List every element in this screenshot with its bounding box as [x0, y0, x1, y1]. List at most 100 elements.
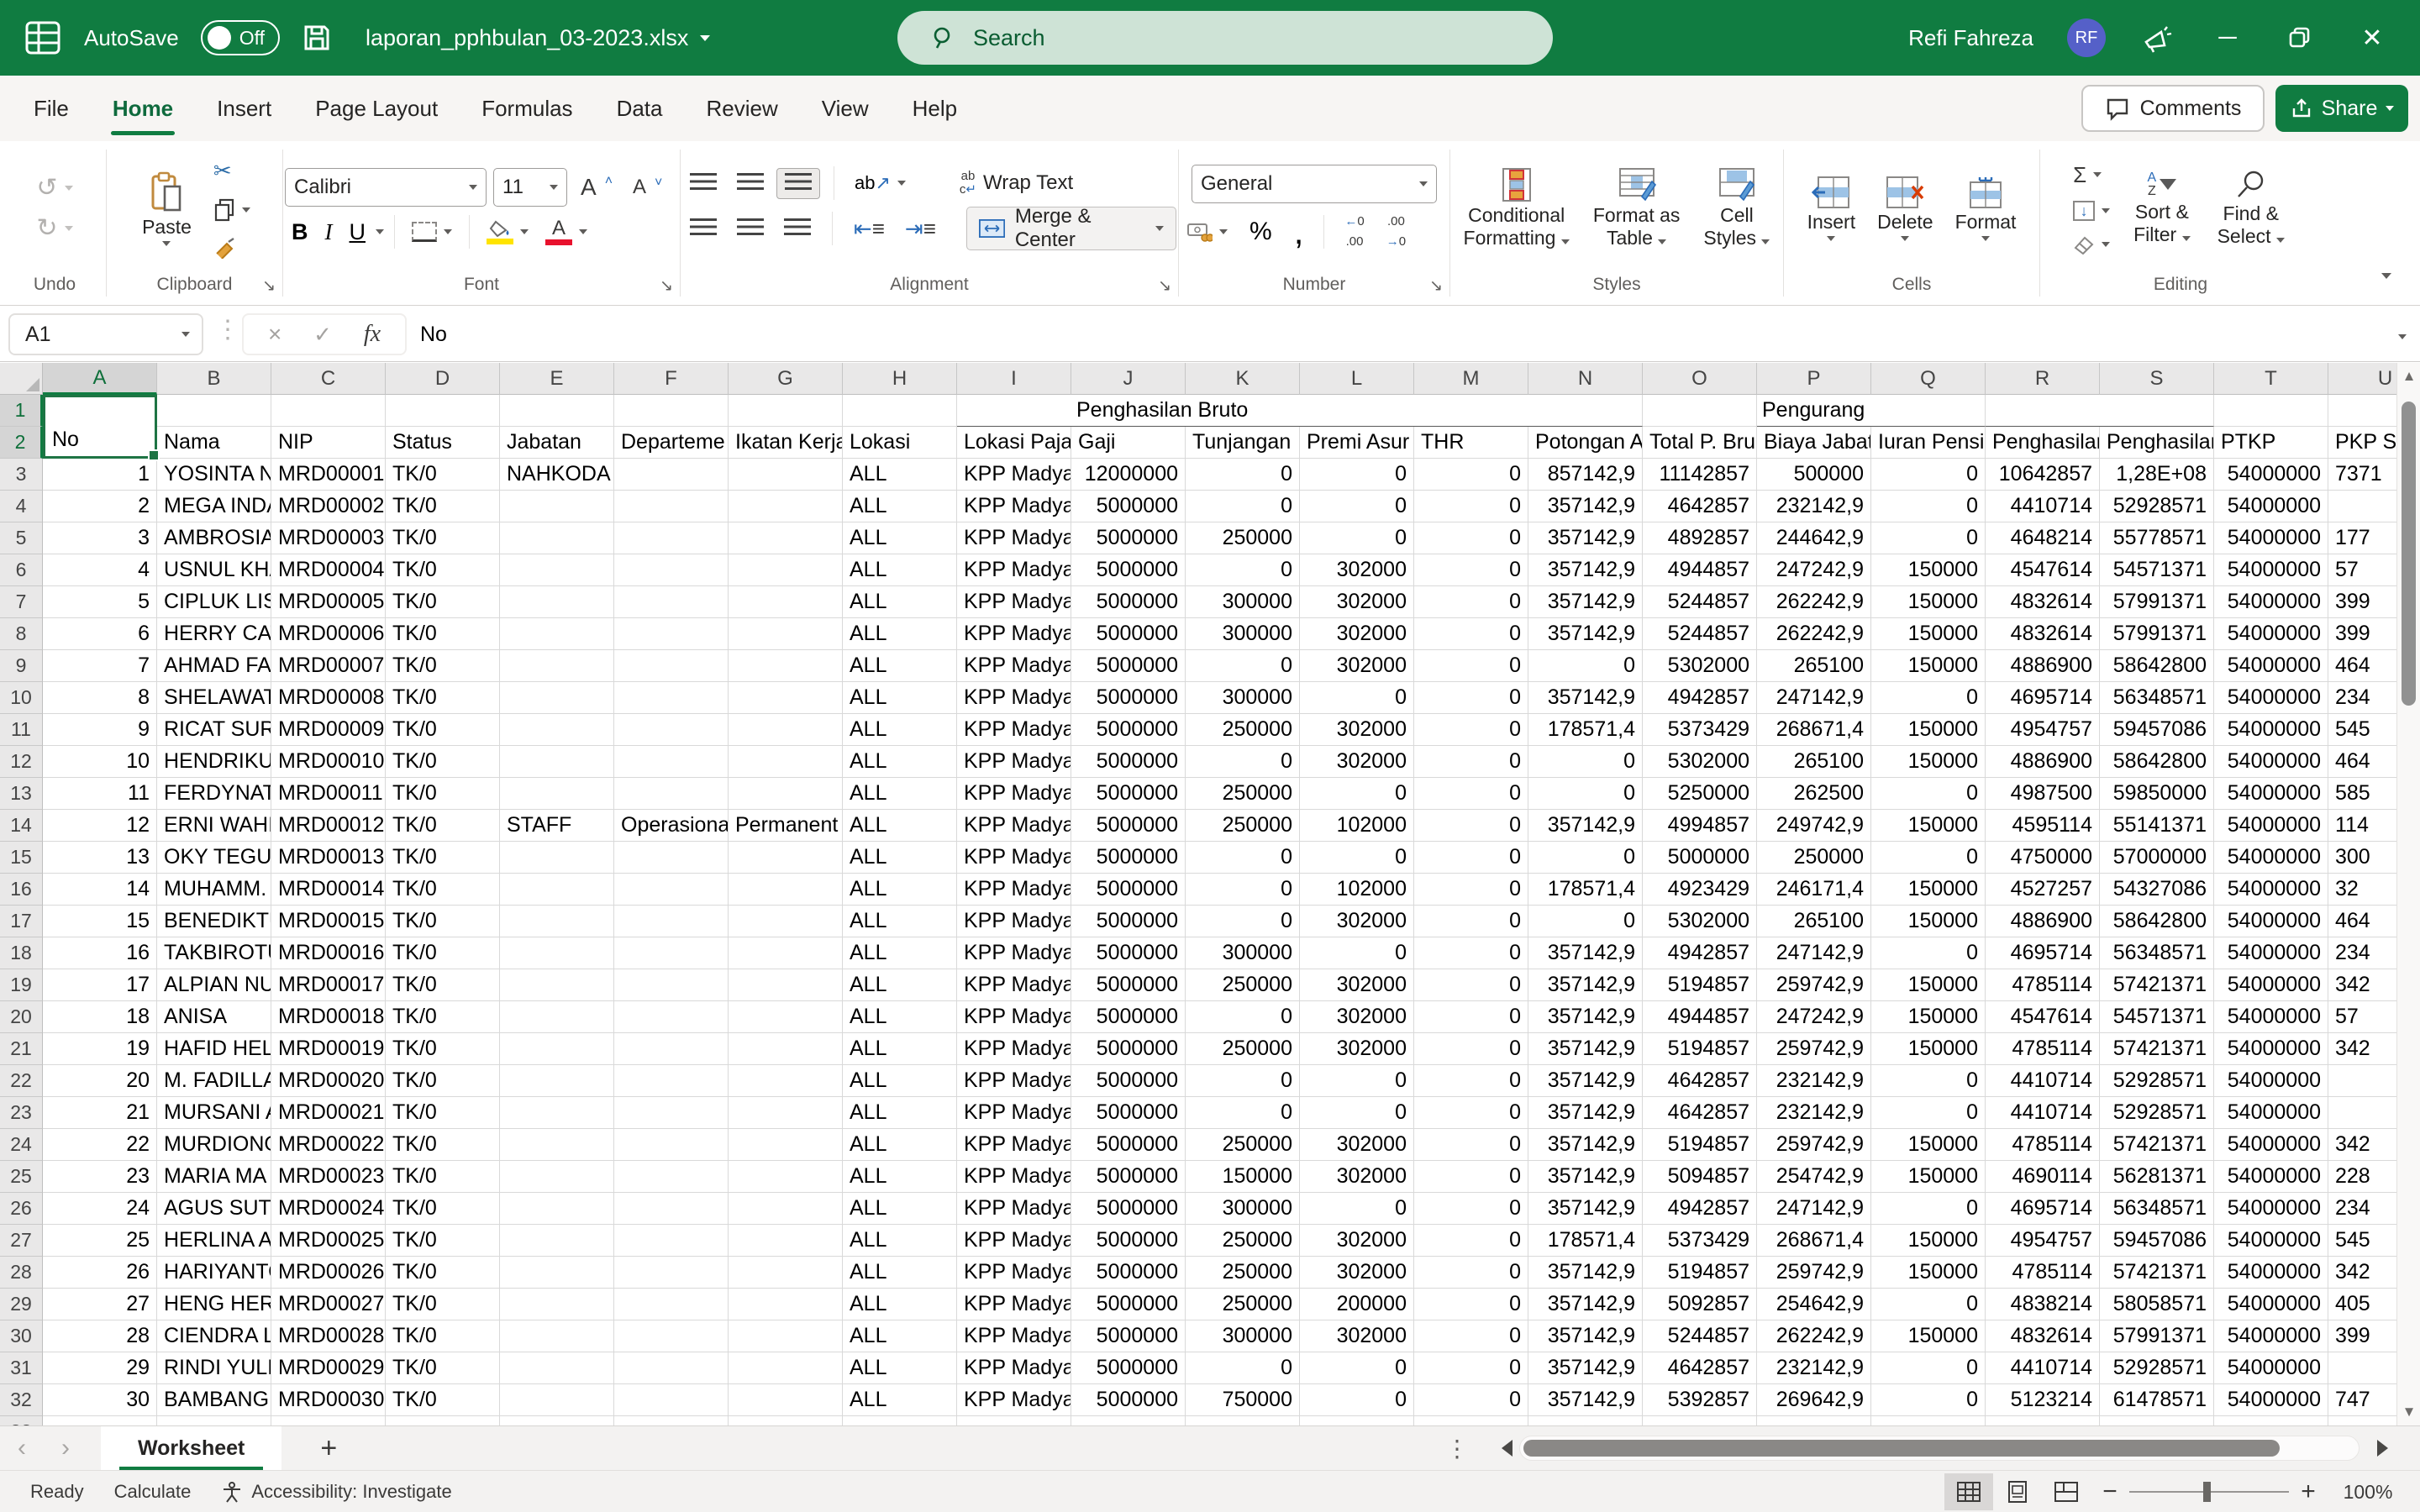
cell[interactable]: [729, 778, 843, 810]
cell[interactable]: 57991371: [2100, 586, 2214, 618]
cell[interactable]: 302000: [1300, 650, 1414, 682]
column-header-D[interactable]: D: [386, 363, 500, 395]
comments-button[interactable]: Comments: [2081, 85, 2265, 132]
cell[interactable]: 6: [43, 618, 157, 650]
cell[interactable]: AHMAD FA: [157, 650, 271, 682]
cell[interactable]: MRD00027: [271, 1289, 386, 1320]
cell[interactable]: 57991371: [2100, 1320, 2214, 1352]
cell[interactable]: 54000000: [2214, 1320, 2328, 1352]
cell[interactable]: 26: [43, 1257, 157, 1289]
cell[interactable]: 302000: [1300, 1320, 1414, 1352]
cell[interactable]: 259742,9: [1757, 1033, 1871, 1065]
cell[interactable]: 57421371: [2100, 1129, 2214, 1161]
cell[interactable]: [1071, 1416, 1186, 1425]
cell[interactable]: [614, 1384, 729, 1416]
cell[interactable]: 300000: [1186, 682, 1300, 714]
header-cell-D[interactable]: Status: [386, 427, 500, 459]
cell[interactable]: [614, 1225, 729, 1257]
cell[interactable]: [729, 969, 843, 1001]
cell[interactable]: 5094857: [1643, 1161, 1757, 1193]
cell[interactable]: 5302000: [1643, 650, 1757, 682]
cell[interactable]: 250000: [1757, 842, 1871, 874]
header-cell-Q[interactable]: Iuran Pensi: [1871, 427, 1986, 459]
cell[interactable]: 0: [1871, 459, 1986, 491]
cell[interactable]: 357142,9: [1528, 937, 1643, 969]
tab-insert[interactable]: Insert: [195, 76, 293, 141]
header-cell-S[interactable]: Penghasilan: [2100, 427, 2214, 459]
cell[interactable]: 4886900: [1986, 746, 2100, 778]
cell[interactable]: 0: [1414, 937, 1528, 969]
cell[interactable]: 57: [2328, 1001, 2396, 1033]
cell[interactable]: AMBROSIA: [157, 522, 271, 554]
cell[interactable]: 10642857: [1986, 459, 2100, 491]
cell[interactable]: 5000000: [1071, 682, 1186, 714]
cell[interactable]: 5000000: [1071, 586, 1186, 618]
cell[interactable]: 250000: [1186, 810, 1300, 842]
cell[interactable]: 4942857: [1643, 937, 1757, 969]
cell[interactable]: [500, 1384, 614, 1416]
cell[interactable]: 0: [1871, 682, 1986, 714]
dialog-launcher-icon[interactable]: ↘: [1158, 274, 1171, 299]
sheet-tab-worksheet[interactable]: Worksheet: [101, 1426, 281, 1471]
cell[interactable]: 259742,9: [1757, 1257, 1871, 1289]
cell[interactable]: 102000: [1300, 810, 1414, 842]
cell[interactable]: 4648214: [1986, 522, 2100, 554]
insert-function-button[interactable]: fx: [364, 321, 381, 348]
cell[interactable]: 0: [1414, 1001, 1528, 1033]
cell[interactable]: MUHAMM.: [157, 874, 271, 906]
cell[interactable]: 464: [2328, 650, 2396, 682]
cell[interactable]: 18: [43, 1001, 157, 1033]
cell[interactable]: ALL: [843, 810, 957, 842]
cell[interactable]: TK/0: [386, 1001, 500, 1033]
cell[interactable]: [729, 1065, 843, 1097]
cell[interactable]: 0: [1871, 522, 1986, 554]
cell[interactable]: TK/0: [386, 1193, 500, 1225]
cell[interactable]: 5000000: [1071, 1161, 1186, 1193]
select-all-corner[interactable]: [0, 363, 43, 395]
cell[interactable]: 0: [1414, 554, 1528, 586]
expand-formula-bar-button[interactable]: [2398, 328, 2407, 344]
cell[interactable]: 52928571: [2100, 1352, 2214, 1384]
cell[interactable]: [614, 1289, 729, 1320]
cell[interactable]: 4642857: [1643, 491, 1757, 522]
cell[interactable]: ALL: [843, 1193, 957, 1225]
cell[interactable]: MRD00001: [271, 459, 386, 491]
cell[interactable]: MRD00018: [271, 1001, 386, 1033]
cell[interactable]: MRD00023: [271, 1161, 386, 1193]
font-family-select[interactable]: Calibri: [285, 168, 487, 207]
zoom-in-button[interactable]: +: [2289, 1478, 2328, 1506]
selected-cell-A1[interactable]: No: [43, 395, 157, 459]
cell[interactable]: 54000000: [2214, 586, 2328, 618]
borders-button[interactable]: [405, 218, 459, 245]
cell[interactable]: ALL: [843, 906, 957, 937]
cell[interactable]: 54000000: [2214, 1352, 2328, 1384]
cell[interactable]: KPP Madya: [957, 906, 1071, 937]
cell[interactable]: 262242,9: [1757, 586, 1871, 618]
cell[interactable]: 150000: [1871, 906, 1986, 937]
cell[interactable]: 247242,9: [1757, 1001, 1871, 1033]
cell[interactable]: 5000000: [1071, 1001, 1186, 1033]
cell[interactable]: 5000000: [1071, 650, 1186, 682]
cell[interactable]: [729, 1289, 843, 1320]
cell[interactable]: [614, 1033, 729, 1065]
cell[interactable]: 0: [1300, 842, 1414, 874]
save-icon[interactable]: [302, 23, 332, 53]
row-header-30[interactable]: 30: [0, 1320, 43, 1352]
cell[interactable]: 0: [1300, 522, 1414, 554]
row-header-18[interactable]: 18: [0, 937, 43, 969]
cell[interactable]: 5123214: [1986, 1384, 2100, 1416]
cell[interactable]: 300000: [1186, 1193, 1300, 1225]
cell[interactable]: 9: [43, 714, 157, 746]
cell[interactable]: 5000000: [1071, 1320, 1186, 1352]
cell[interactable]: 357142,9: [1528, 969, 1643, 1001]
cell[interactable]: [500, 1065, 614, 1097]
cell[interactable]: 399: [2328, 618, 2396, 650]
cell[interactable]: 0: [1186, 842, 1300, 874]
cell[interactable]: 250000: [1186, 778, 1300, 810]
cell[interactable]: 0: [1300, 491, 1414, 522]
cell[interactable]: [729, 1384, 843, 1416]
cell[interactable]: 585: [2328, 778, 2396, 810]
cell[interactable]: 150000: [1871, 1001, 1986, 1033]
cell[interactable]: [1757, 1416, 1871, 1425]
cell[interactable]: 5000000: [1071, 618, 1186, 650]
